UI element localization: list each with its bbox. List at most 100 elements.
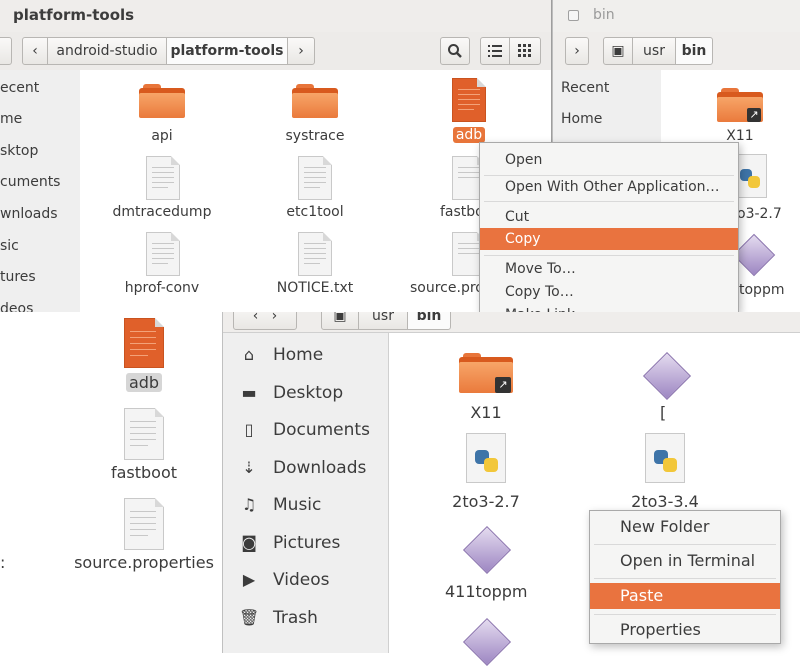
sidebar: ⌂ Home ▬ Desktop ▯ Documents ⇣ Downloads… bbox=[223, 333, 389, 653]
minimize-icon[interactable] bbox=[568, 10, 579, 21]
menu-separator bbox=[484, 255, 734, 256]
search-button[interactable] bbox=[440, 37, 470, 65]
breadcrumb-platform-tools[interactable]: platform-tools bbox=[166, 37, 288, 65]
breadcrumb-bin[interactable]: bin bbox=[675, 37, 713, 65]
file-name: 2to3-3.4 bbox=[631, 492, 699, 511]
download-icon: ⇣ bbox=[242, 458, 256, 477]
background-context-menu: New Folder Open in Terminal Paste Proper… bbox=[589, 510, 781, 644]
toolbar: ‹ › ▣ usr bin bbox=[223, 312, 800, 333]
menu-item-new-folder[interactable]: New Folder bbox=[590, 515, 780, 539]
diamond-icon bbox=[462, 617, 512, 666]
home-icon: ⌂ bbox=[243, 345, 255, 364]
menu-item-cut[interactable]: Cut bbox=[480, 206, 738, 228]
breadcrumb-bin[interactable]: bin bbox=[407, 312, 451, 330]
file-name: 411toppm bbox=[445, 582, 528, 601]
title-bar: bin bbox=[553, 0, 800, 32]
sidebar-item-label: Music bbox=[273, 495, 322, 515]
chevron-right-icon[interactable]: › bbox=[287, 37, 315, 65]
sidebar-item-music[interactable]: sic bbox=[0, 238, 19, 254]
file-name: X11 bbox=[470, 403, 502, 422]
breadcrumb-usr[interactable]: usr bbox=[358, 312, 408, 330]
sidebar-item-downloads[interactable]: wnloads bbox=[0, 206, 58, 222]
sidebar-item-home[interactable]: Home bbox=[561, 111, 602, 127]
file-name: etc1tool bbox=[286, 204, 344, 220]
sidebar-item-documents[interactable]: cuments bbox=[0, 174, 60, 190]
file-name: [ bbox=[660, 403, 667, 422]
camera-icon: ◙ bbox=[241, 533, 257, 552]
file-name: systrace bbox=[285, 128, 345, 144]
file-name: dmtracedump bbox=[112, 204, 212, 220]
search-icon bbox=[448, 44, 462, 58]
python-icon bbox=[645, 433, 685, 483]
file-icon bbox=[124, 498, 164, 550]
breadcrumb-usr[interactable]: usr bbox=[632, 37, 676, 65]
sidebar-item-desktop[interactable]: sktop bbox=[0, 143, 38, 159]
document-icon: ▯ bbox=[244, 420, 254, 439]
title-bar: platform-tools bbox=[0, 0, 551, 32]
file-name: 2to3-2.7 bbox=[452, 492, 520, 511]
menu-item-properties[interactable]: Properties bbox=[590, 618, 780, 642]
video-icon: ▶ bbox=[242, 570, 256, 589]
toolbar: › ▣ usr bin bbox=[553, 32, 800, 71]
menu-item-open[interactable]: Open bbox=[480, 149, 738, 171]
file-name: toppm bbox=[739, 282, 785, 298]
zoomed-file-view: adb fastboot source.properties : bbox=[0, 312, 222, 653]
diamond-icon bbox=[462, 525, 512, 575]
toolbar: ‹ android-studio platform-tools › bbox=[0, 32, 551, 71]
file-name: NOTICE.txt bbox=[276, 280, 354, 296]
breadcrumb-root-icon[interactable]: ▣ bbox=[321, 312, 359, 330]
menu-item-copy[interactable]: Copy bbox=[480, 228, 738, 250]
file-context-menu: Open Open With Other Application… Cut Co… bbox=[479, 142, 739, 313]
menu-item-open-with[interactable]: Open With Other Application… bbox=[480, 176, 738, 198]
python-icon bbox=[466, 433, 506, 483]
navigation-buttons[interactable]: ‹ › bbox=[233, 312, 297, 330]
desktop-icon: ▬ bbox=[241, 383, 257, 402]
sidebar-item-pictures[interactable]: tures bbox=[0, 269, 36, 285]
sidebar-item-home[interactable]: me bbox=[0, 111, 22, 127]
menu-item-move-to[interactable]: Move To… bbox=[480, 258, 738, 280]
breadcrumb-root-icon[interactable]: ▣ bbox=[603, 37, 633, 65]
sidebar-item-label: Pictures bbox=[273, 533, 341, 553]
trash-icon: 🗑 bbox=[239, 608, 260, 627]
file-name: adb bbox=[440, 127, 498, 143]
sidebar-item-label: Desktop bbox=[273, 383, 344, 403]
sidebar-item-label: Trash bbox=[273, 608, 318, 628]
sidebar-item-label: Downloads bbox=[273, 458, 367, 478]
folder-icon bbox=[139, 84, 185, 118]
menu-separator bbox=[594, 578, 776, 579]
file-name: api bbox=[151, 128, 173, 144]
forward-button[interactable]: › bbox=[565, 37, 589, 65]
menu-separator bbox=[594, 614, 776, 615]
folder-link-icon: ↗ bbox=[717, 88, 763, 122]
list-icon bbox=[488, 45, 502, 57]
chevron-left-icon[interactable]: ‹ bbox=[22, 37, 48, 65]
breadcrumb-android-studio[interactable]: android-studio bbox=[47, 37, 167, 65]
menu-item-open-in-terminal[interactable]: Open in Terminal bbox=[590, 549, 780, 573]
truncated-label: : bbox=[0, 553, 6, 572]
platform-tools-window: platform-tools ‹ android-studio platform… bbox=[0, 0, 552, 313]
sidebar-item-label: Documents bbox=[273, 420, 370, 440]
diamond-icon bbox=[732, 233, 776, 277]
file-name: source.properties bbox=[74, 553, 214, 572]
window-title: platform-tools bbox=[13, 6, 135, 24]
sidebar-item-videos[interactable]: deos bbox=[0, 301, 33, 312]
sidebar-item-recent[interactable]: Recent bbox=[561, 80, 609, 96]
diamond-icon bbox=[642, 351, 692, 401]
sidebar-item-label: Home bbox=[273, 345, 324, 365]
sidebar: ecent me sktop cuments wnloads sic tures… bbox=[0, 70, 81, 312]
grid-view-button[interactable] bbox=[509, 37, 541, 65]
executable-icon bbox=[124, 318, 164, 368]
menu-item-paste[interactable]: Paste bbox=[590, 583, 780, 609]
file-icon bbox=[146, 232, 180, 276]
file-name: fastboot bbox=[110, 463, 178, 482]
folder-icon bbox=[292, 84, 338, 118]
back-button[interactable] bbox=[0, 37, 12, 65]
sidebar-item-recent[interactable]: ecent bbox=[0, 80, 39, 96]
grid-icon bbox=[518, 44, 531, 57]
list-view-button[interactable] bbox=[480, 37, 510, 65]
executable-icon bbox=[452, 78, 486, 122]
file-icon bbox=[298, 232, 332, 276]
file-icon bbox=[124, 408, 164, 460]
menu-item-copy-to[interactable]: Copy To… bbox=[480, 281, 738, 303]
menu-separator bbox=[484, 201, 734, 202]
